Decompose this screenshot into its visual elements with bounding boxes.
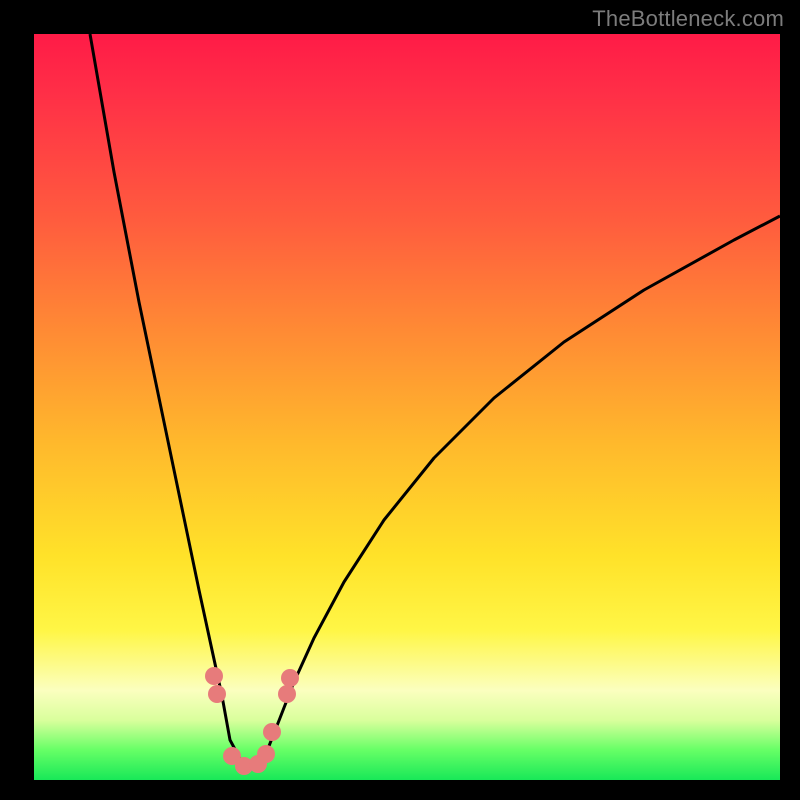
app-frame: TheBottleneck.com xyxy=(0,0,800,800)
highlight-dot xyxy=(208,685,226,703)
curve-overlay xyxy=(34,34,780,780)
watermark-text: TheBottleneck.com xyxy=(592,6,784,32)
highlight-dot xyxy=(205,667,223,685)
highlight-dot xyxy=(263,723,281,741)
highlight-dot xyxy=(281,669,299,687)
bottleneck-curve xyxy=(90,34,780,766)
highlight-dot xyxy=(278,685,296,703)
highlight-dots xyxy=(205,667,299,775)
highlight-dot xyxy=(257,745,275,763)
